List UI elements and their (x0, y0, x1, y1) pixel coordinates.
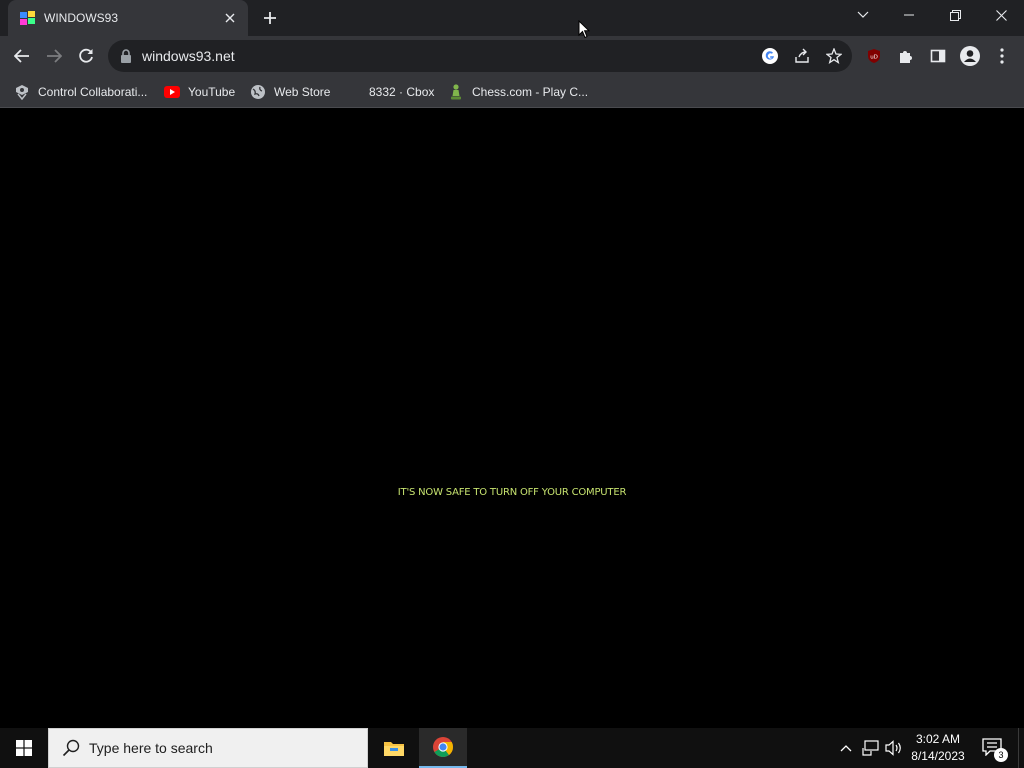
bookmark-cbox[interactable]: 8332 · Cbox (345, 81, 434, 103)
bookmark-chess[interactable]: Chess.com - Play C... (448, 81, 588, 103)
new-tab-button[interactable] (258, 6, 282, 30)
browser-toolbar: windows93.net uD (0, 36, 1024, 76)
tray-overflow-chevron-icon[interactable] (836, 738, 856, 758)
tab-strip: WINDOWS93 (0, 0, 1024, 36)
control-collab-icon (14, 84, 30, 100)
windows93-favicon-icon (20, 10, 36, 26)
close-window-button[interactable] (978, 0, 1024, 30)
clock-date: 8/14/2023 (911, 749, 965, 763)
ublock-extension-icon[interactable]: uD (858, 40, 890, 72)
profile-avatar-icon[interactable] (954, 40, 986, 72)
forward-button[interactable] (38, 40, 70, 72)
tab-search-chevron-icon[interactable] (840, 0, 886, 30)
address-url: windows93.net (142, 48, 235, 64)
extensions-puzzle-icon[interactable] (890, 40, 922, 72)
blank-favicon-icon (345, 84, 361, 100)
bookmark-star-icon[interactable] (824, 46, 844, 66)
show-desktop-button[interactable] (1018, 728, 1024, 768)
address-bar[interactable]: windows93.net (108, 40, 852, 72)
folder-icon (384, 742, 404, 756)
file-explorer-button[interactable] (370, 728, 418, 768)
reload-button[interactable] (70, 40, 102, 72)
svg-text:uD: uD (870, 55, 878, 61)
taskbar: Type here to search 3:02 AM 8/14/2023 3 (0, 728, 1024, 768)
clock-time: 3:02 AM (915, 732, 961, 746)
google-lens-icon[interactable] (760, 46, 780, 66)
chrome-icon (433, 737, 454, 757)
chess-icon (448, 84, 464, 100)
windows-logo-icon (16, 740, 32, 756)
taskbar-search-box[interactable]: Type here to search (48, 728, 368, 768)
bookmark-web-store[interactable]: Web Store (250, 81, 330, 103)
tab-title: WINDOWS93 (44, 11, 119, 25)
notification-count-badge: 3 (994, 748, 1008, 762)
taskbar-clock[interactable]: 3:02 AM 8/14/2023 (906, 731, 970, 765)
start-button[interactable] (0, 728, 48, 768)
mouse-cursor-icon (578, 19, 591, 44)
back-button[interactable] (6, 40, 38, 72)
side-panel-icon[interactable] (922, 40, 954, 72)
bookmarks-bar: Control Collaborati... YouTube Web Store… (0, 76, 1024, 108)
lock-icon[interactable] (120, 49, 132, 68)
chrome-taskbar-button[interactable] (419, 728, 467, 768)
volume-icon[interactable] (884, 738, 904, 758)
youtube-icon (164, 84, 180, 100)
tab-close-icon[interactable] (220, 8, 240, 28)
restore-button[interactable] (932, 0, 978, 30)
action-center-button[interactable]: 3 (982, 738, 1008, 762)
minimize-button[interactable] (886, 0, 932, 30)
page-content[interactable]: IT'S NOW SAFE TO TURN OFF YOUR COMPUTER (0, 108, 1024, 728)
web-store-icon (250, 84, 266, 100)
search-placeholder: Type here to search (89, 740, 213, 756)
shutdown-message: IT'S NOW SAFE TO TURN OFF YOUR COMPUTER (397, 487, 627, 498)
bookmark-youtube[interactable]: YouTube (164, 81, 235, 103)
search-icon (61, 738, 81, 758)
share-icon[interactable] (792, 46, 812, 66)
tab-windows93[interactable]: WINDOWS93 (8, 0, 248, 36)
network-icon[interactable] (860, 738, 880, 758)
browser-menu-icon[interactable] (986, 40, 1018, 72)
bookmark-control-collaboration[interactable]: Control Collaborati... (14, 81, 147, 103)
